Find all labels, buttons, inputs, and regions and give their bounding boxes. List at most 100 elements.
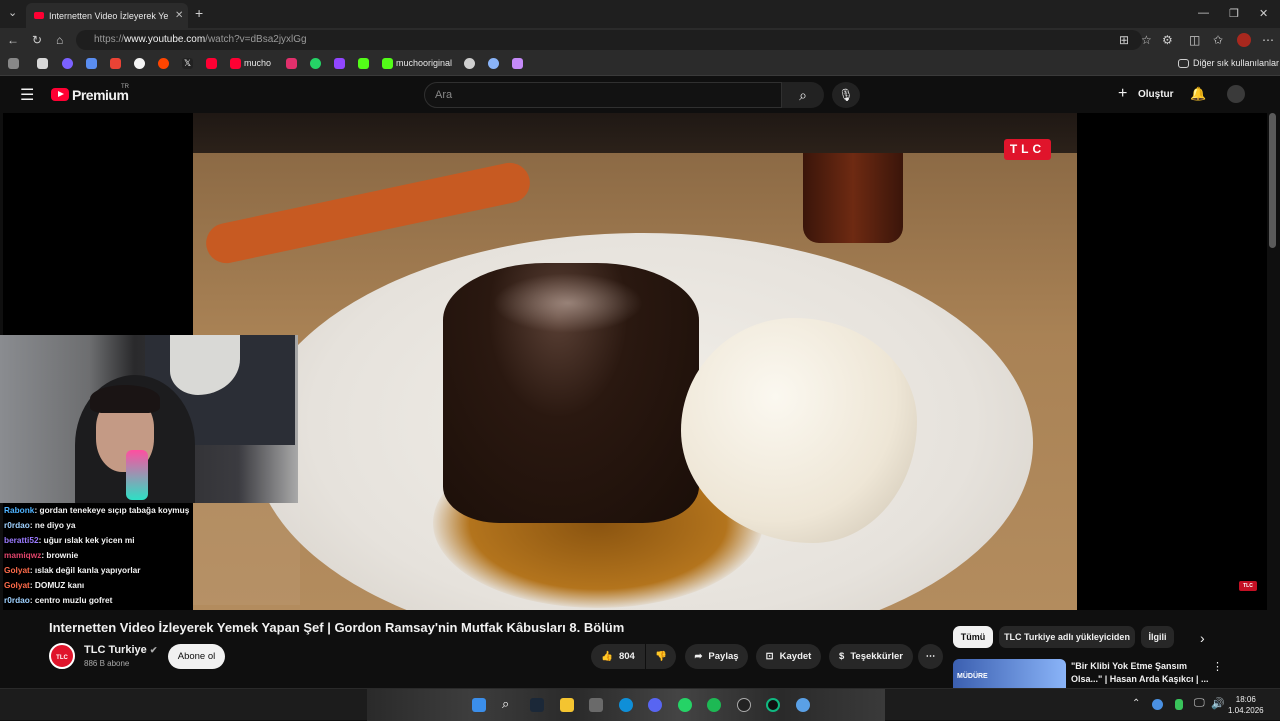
recommended-title[interactable]: "Bir Klibi Yok Etme Şansım Olsa..." | Ha… [1071, 660, 1211, 687]
google-icon[interactable] [134, 58, 145, 69]
bookmark-icon[interactable] [488, 58, 499, 69]
tray-chevron-icon[interactable]: ⌃ [1132, 698, 1140, 709]
kick-icon[interactable] [358, 58, 369, 69]
other-favorites-folder[interactable]: Diğer sık kullanılanlar [1193, 58, 1279, 68]
chip-from-uploader[interactable]: TLC Turkiye adlı yükleyiciden [999, 626, 1135, 648]
save-button[interactable]: ⊡ Kaydet [756, 644, 821, 669]
channel-name[interactable]: TLC Turkiye ✔ [84, 644, 157, 656]
favorite-star-icon[interactable]: ☆ [1141, 33, 1152, 47]
bookmark-icon[interactable] [86, 58, 97, 69]
chat-username: r0rdao [4, 520, 30, 530]
window-close-icon[interactable]: ✕ [1259, 7, 1268, 20]
windows-taskbar: ⌕ ⌃ 🖵 🔊 [0, 688, 1280, 721]
recommended-more-icon[interactable]: ⋮ [1212, 660, 1223, 673]
split-screen-icon[interactable]: ◫ [1189, 33, 1200, 47]
chat-text: : ne diyo ya [29, 520, 76, 530]
edge-icon[interactable] [619, 698, 633, 712]
streamer-hair-shape [90, 385, 160, 413]
bookmark-icon[interactable] [512, 58, 523, 69]
gmail-icon[interactable] [110, 58, 121, 69]
favorites-icon[interactable]: ✩ [1213, 33, 1223, 47]
discord-icon[interactable] [648, 698, 662, 712]
extensions-icon[interactable]: ⚙ [1162, 33, 1173, 47]
tray-mic-icon[interactable] [1175, 699, 1183, 710]
bookmark-mucho[interactable]: mucho [244, 58, 271, 68]
cake-glaze-shine [493, 273, 643, 333]
search-input[interactable]: Ara [424, 82, 782, 108]
browser-tab-active[interactable]: Internetten Video İzleyerek Yemek Yapan … [26, 3, 188, 28]
hamburger-menu-icon[interactable]: ☰ [20, 85, 34, 105]
youtube-logo-icon[interactable] [51, 88, 69, 101]
spotify-icon[interactable] [707, 698, 721, 712]
recommended-thumbnail[interactable]: MÜDÜRE [953, 659, 1066, 688]
app-icon[interactable] [796, 698, 810, 712]
youtube-bookmark-icon[interactable] [206, 58, 217, 69]
channel-avatar[interactable]: TLC [49, 643, 75, 669]
volume-icon[interactable]: 🔊 [1211, 697, 1225, 710]
tab-list-chevron-icon[interactable]: ⌄ [8, 6, 17, 19]
chat-message: Golyat: DOMUZ kanı [4, 580, 84, 590]
address-bar[interactable]: https://www.youtube.com/watch?v=dBsa2jyx… [76, 30, 1142, 50]
bookmark-icon[interactable] [464, 58, 475, 69]
restore-icon[interactable]: ❐ [1229, 7, 1239, 20]
instagram-icon[interactable] [286, 58, 297, 69]
youtube-bookmark-icon[interactable] [230, 58, 241, 69]
youtube-header: ☰ Premium TR Ara ⌕ 🎙 + Oluştur 🔔 [0, 77, 1280, 113]
reload-icon[interactable]: ↻ [32, 33, 42, 47]
chips-next-chevron-icon[interactable]: › [1200, 630, 1205, 646]
app-icon[interactable] [766, 698, 780, 712]
more-actions-button[interactable]: ⋯ [918, 644, 943, 669]
tab-close-icon[interactable]: ✕ [175, 10, 183, 21]
network-icon[interactable]: 🖵 [1194, 697, 1205, 710]
bookmarks-bar: 𝕏 mucho muchooriginal Diğer sık kullanıl… [0, 52, 1280, 76]
taskbar-search-icon[interactable]: ⌕ [502, 696, 516, 711]
bookmarks-sidebar-icon[interactable] [8, 58, 19, 69]
voice-search-button[interactable]: 🎙 [832, 82, 860, 108]
user-avatar[interactable] [1227, 85, 1245, 103]
youtube-favicon-icon [34, 12, 44, 19]
home-icon[interactable]: ⌂ [56, 33, 63, 47]
steam-icon[interactable] [530, 698, 544, 712]
bookmark-icon[interactable] [37, 58, 48, 69]
notifications-bell-icon[interactable]: 🔔 [1190, 86, 1206, 102]
minimize-icon[interactable]: — [1198, 7, 1209, 19]
new-tab-icon[interactable]: + [195, 5, 203, 21]
chip-all[interactable]: Tümü [953, 626, 993, 648]
video-background-dark [193, 113, 1077, 158]
region-code: TR [121, 84, 129, 90]
back-icon[interactable]: ← [7, 33, 19, 47]
x-icon[interactable]: 𝕏 [182, 58, 193, 69]
like-button[interactable]: 👍 804 [591, 644, 645, 669]
kick-icon[interactable] [382, 58, 393, 69]
chat-message: beratti52: uğur ıslak kek yicen mi [4, 535, 135, 545]
file-explorer-icon[interactable] [560, 698, 574, 712]
chat-username: beratti52 [4, 535, 39, 545]
create-button[interactable]: Oluştur [1138, 89, 1174, 100]
bookmark-icon[interactable] [62, 58, 73, 69]
thanks-button[interactable]: $ Teşekkürler [829, 644, 913, 669]
more-menu-icon[interactable]: ⋯ [1262, 33, 1274, 47]
create-plus-icon[interactable]: + [1118, 85, 1127, 103]
search-button[interactable]: ⌕ [782, 82, 824, 108]
whatsapp-icon[interactable] [310, 58, 321, 69]
reddit-icon[interactable] [158, 58, 169, 69]
tray-app-icon[interactable] [1152, 699, 1163, 710]
page-scrollbar[interactable] [1269, 113, 1276, 248]
video-frame [193, 153, 1077, 610]
whatsapp-taskbar-icon[interactable] [678, 698, 692, 712]
profile-avatar-icon[interactable] [1237, 33, 1251, 47]
streamer-webcam [0, 335, 298, 503]
subscribe-button[interactable]: Abone ol [168, 644, 225, 669]
bookmark-muchooriginal[interactable]: muchooriginal [396, 58, 452, 68]
app-icon[interactable] [737, 698, 751, 712]
chat-message: mamiqwz: brownie [4, 550, 78, 560]
chip-related[interactable]: İlgili [1141, 626, 1174, 648]
share-button[interactable]: ➦ Paylaş [685, 644, 748, 669]
dislike-button[interactable]: 👎 [646, 644, 676, 669]
reader-icon[interactable]: ⊞ [1119, 33, 1129, 47]
windows-start-icon[interactable] [472, 698, 486, 712]
twitch-icon[interactable] [334, 58, 345, 69]
store-icon[interactable] [589, 698, 603, 712]
youtube-premium-logo[interactable]: Premium [72, 87, 129, 103]
taskbar-clock[interactable]: 18:06 1.04.2026 [1228, 694, 1264, 716]
